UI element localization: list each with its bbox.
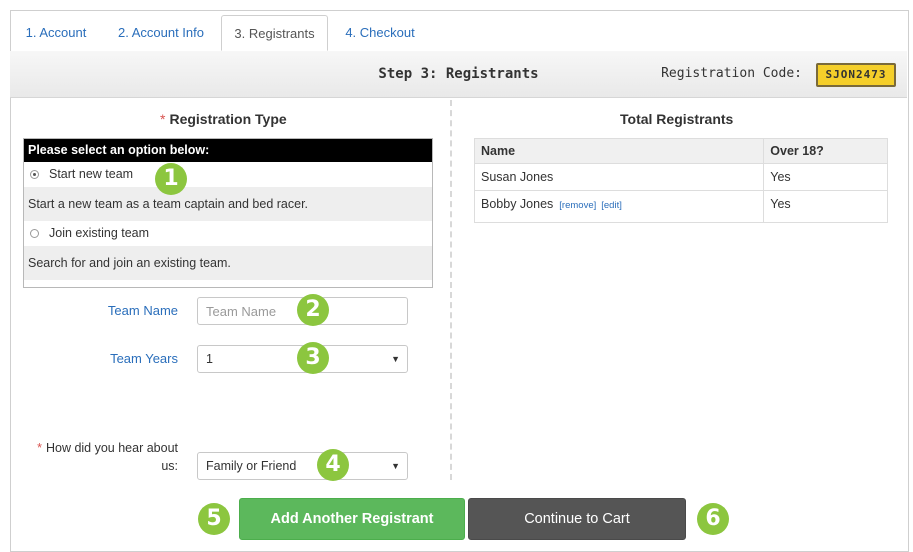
chevron-down-icon: ▼ — [391, 461, 400, 471]
table-row: Bobby Jones [remove] [edit] Yes — [473, 190, 888, 223]
add-another-registrant-button[interactable]: Add Another Registrant — [239, 498, 465, 540]
radio-join-existing-team[interactable] — [30, 229, 39, 238]
remove-registrant-link[interactable]: [remove] — [559, 200, 596, 211]
step-header-bar: Step 3: Registrants Registration Code: S… — [10, 51, 907, 98]
registration-code-badge: SJON2473 — [816, 63, 896, 87]
edit-registrant-link[interactable]: [edit] — [601, 200, 622, 211]
options-header: Please select an option below: — [24, 139, 432, 162]
column-header-name: Name — [473, 138, 765, 164]
registrant-over18: Yes — [763, 190, 888, 223]
continue-to-cart-button[interactable]: Continue to Cart — [468, 498, 686, 540]
callout-marker-5: 5 — [198, 503, 230, 535]
tab-account[interactable]: 1. Account — [16, 15, 96, 51]
team-name-label: Team Name — [107, 303, 178, 318]
option-label: Start new team — [49, 167, 134, 181]
callout-marker-2: 2 — [297, 294, 329, 326]
option-join-existing-team[interactable]: Join existing team — [24, 221, 432, 246]
table-row: Susan Jones Yes — [473, 163, 888, 191]
option-start-new-team[interactable]: Start new team — [24, 162, 432, 187]
callout-marker-1: 1 — [155, 163, 187, 195]
team-years-value: 1 — [206, 352, 213, 366]
callout-marker-4: 4 — [317, 449, 349, 481]
registration-type-title: Registration Type — [169, 111, 287, 127]
registration-code-label: Registration Code: — [661, 66, 802, 81]
team-years-label: Team Years — [110, 351, 178, 366]
option-description: Search for and join an existing team. — [24, 246, 432, 280]
callout-marker-6: 6 — [697, 503, 729, 535]
hear-about-label: * How did you hear about us: — [20, 439, 178, 475]
registrant-name: Susan Jones — [473, 163, 765, 191]
registrant-name-cell: Bobby Jones [remove] [edit] — [473, 190, 765, 223]
tab-registrants[interactable]: 3. Registrants — [221, 15, 328, 51]
hear-about-label-line2: us: — [161, 459, 178, 473]
tab-checkout[interactable]: 4. Checkout — [333, 15, 427, 51]
registration-type-heading: * Registration Type — [160, 111, 287, 127]
hear-about-select[interactable]: Family or Friend ▼ — [197, 452, 408, 480]
option-label: Join existing team — [49, 226, 150, 240]
required-mark: * — [37, 441, 42, 455]
radio-start-new-team[interactable] — [30, 170, 39, 179]
table-header-row: Name Over 18? — [473, 138, 888, 164]
required-mark: * — [160, 111, 166, 127]
hear-about-value: Family or Friend — [206, 459, 297, 473]
hear-about-label-line1: How did you hear about — [45, 441, 178, 455]
column-divider — [450, 100, 452, 480]
option-description: Start a new team as a team captain and b… — [24, 187, 432, 221]
column-header-over18: Over 18? — [763, 138, 888, 164]
chevron-down-icon: ▼ — [391, 354, 400, 364]
registrant-over18: Yes — [763, 163, 888, 191]
registration-options-box: Please select an option below: Start new… — [23, 138, 433, 288]
tab-account-info[interactable]: 2. Account Info — [106, 15, 216, 51]
registrant-name: Bobby Jones — [481, 197, 554, 211]
total-registrants-title: Total Registrants — [620, 111, 734, 127]
registrants-table: Name Over 18? Susan Jones Yes Bobby Jone… — [473, 138, 888, 223]
callout-marker-3: 3 — [297, 342, 329, 374]
